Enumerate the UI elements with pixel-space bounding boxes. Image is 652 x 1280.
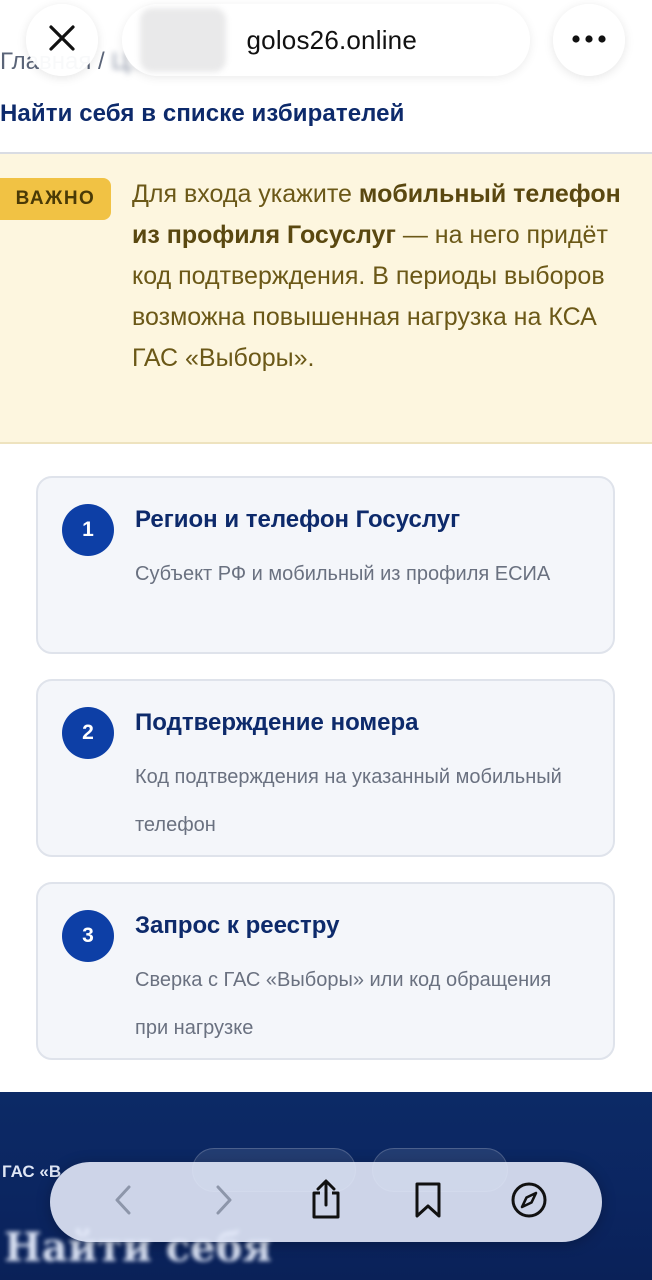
more-button[interactable] bbox=[553, 4, 625, 76]
share-icon bbox=[308, 1179, 344, 1226]
chevron-right-icon bbox=[213, 1184, 235, 1221]
step-title-1: Регион и телефон Госуслуг bbox=[135, 506, 461, 533]
address-bar[interactable]: golos26.online bbox=[122, 4, 530, 76]
more-dots-icon bbox=[571, 31, 607, 49]
close-button[interactable] bbox=[26, 4, 98, 76]
step-card-2: 2 Подтверждение номера Код подтверждения… bbox=[36, 679, 615, 857]
step-number-1: 1 bbox=[62, 504, 114, 556]
step-title-3: Запрос к реестру bbox=[135, 912, 340, 939]
forward-button[interactable] bbox=[196, 1174, 252, 1230]
page-title: Найти себя в списке избирателей bbox=[0, 100, 405, 127]
step-description-1: Субъект РФ и мобильный из профиля ЕСИА bbox=[135, 563, 551, 585]
share-button[interactable] bbox=[298, 1174, 354, 1230]
browser-top-bar: golos26.online bbox=[0, 0, 652, 100]
bookmark-icon bbox=[412, 1181, 444, 1224]
banner-label: ГАС «В bbox=[2, 1162, 62, 1181]
close-icon bbox=[47, 23, 77, 58]
step-description-2: Код подтверждения на указанный мобильный… bbox=[135, 766, 562, 836]
important-notice: ВАЖНО Для входа укажите мобильный телефо… bbox=[0, 154, 652, 444]
step-title-2: Подтверждение номера bbox=[135, 709, 419, 736]
step-card-1: 1 Регион и телефон Госуслуг Субъект РФ и… bbox=[36, 476, 615, 654]
notice-text-start: Для входа укажите bbox=[132, 180, 359, 208]
important-badge: ВАЖНО bbox=[0, 178, 111, 220]
address-bar-url: golos26.online bbox=[246, 24, 417, 55]
bookmarks-button[interactable] bbox=[400, 1174, 456, 1230]
step-card-3: 3 Запрос к реестру Сверка с ГАС «Выборы»… bbox=[36, 882, 615, 1060]
step-number-3: 3 bbox=[62, 910, 114, 962]
step-number-2: 2 bbox=[62, 707, 114, 759]
chevron-left-icon bbox=[112, 1184, 134, 1221]
compass-icon bbox=[510, 1181, 548, 1224]
address-bar-blur bbox=[140, 8, 226, 72]
back-button[interactable] bbox=[95, 1174, 151, 1230]
browser-toolbar bbox=[50, 1162, 602, 1242]
step-description-3: Сверка с ГАС «Выборы» или код обращения … bbox=[135, 969, 552, 1039]
notice-text: Для входа укажите мобильный телефон из п… bbox=[132, 174, 632, 379]
safari-button[interactable] bbox=[501, 1174, 557, 1230]
